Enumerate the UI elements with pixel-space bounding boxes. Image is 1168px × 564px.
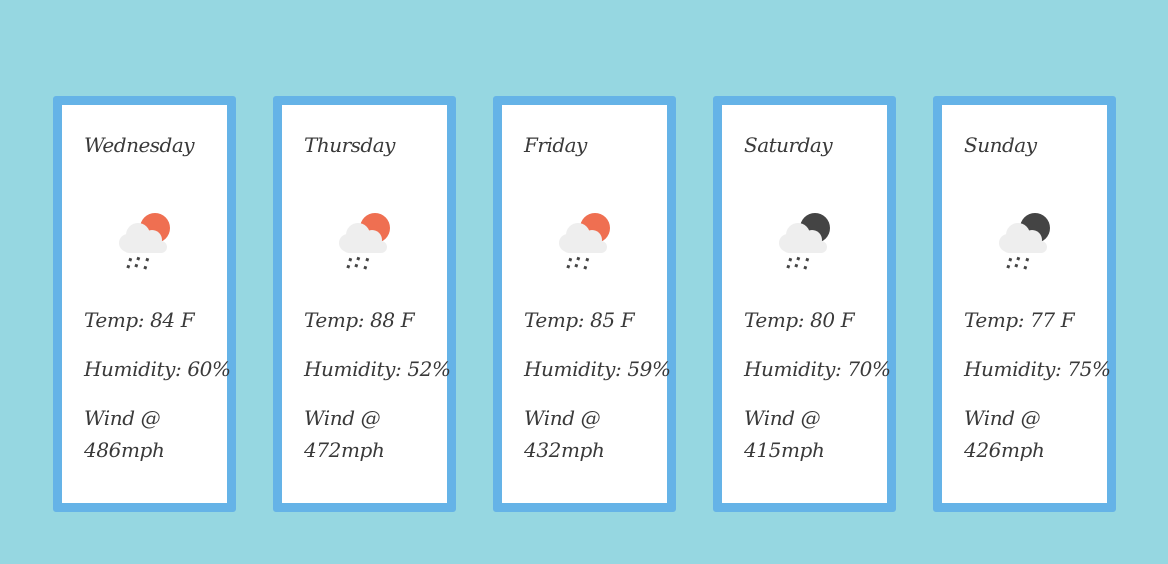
forecast-card-saturday: Saturday Temp: 80 F Humidity: 70% Wind @…	[713, 96, 896, 512]
temperature: Temp: 88 F	[304, 308, 415, 332]
humidity: Humidity: 52%	[304, 357, 451, 381]
wind-value: 472mph	[304, 438, 385, 462]
wind: Wind @ 472mph	[304, 402, 434, 466]
day-name: Thursday	[304, 133, 395, 157]
wind: Wind @ 432mph	[524, 402, 654, 466]
wind: Wind @ 415mph	[744, 402, 874, 466]
wind-label: Wind @	[304, 406, 381, 430]
wind-value: 486mph	[84, 438, 165, 462]
wind-value: 432mph	[524, 438, 605, 462]
day-name: Saturday	[744, 133, 833, 157]
rain-sun-icon	[119, 213, 170, 270]
wind-label: Wind @	[744, 406, 821, 430]
temperature: Temp: 85 F	[524, 308, 635, 332]
wind-label: Wind @	[84, 406, 161, 430]
day-name: Sunday	[964, 133, 1037, 157]
rain-moon-icon	[779, 213, 830, 270]
forecast-card-thursday: Thursday Temp: 88 F Humidity: 52% Wind @…	[273, 96, 456, 512]
rain-sun-icon	[559, 213, 610, 270]
rain-sun-icon	[339, 213, 390, 270]
forecast-cards: Wednesday Temp: 84 F Humidity: 60% Wind …	[53, 96, 1116, 512]
temperature: Temp: 84 F	[84, 308, 195, 332]
humidity: Humidity: 75%	[964, 357, 1111, 381]
wind-value: 415mph	[744, 438, 825, 462]
forecast-card-wednesday: Wednesday Temp: 84 F Humidity: 60% Wind …	[53, 96, 236, 512]
wind: Wind @ 486mph	[84, 402, 214, 466]
rain-moon-icon	[999, 213, 1050, 270]
humidity: Humidity: 60%	[84, 357, 231, 381]
day-name: Wednesday	[84, 133, 195, 157]
wind-label: Wind @	[524, 406, 601, 430]
wind-label: Wind @	[964, 406, 1041, 430]
humidity: Humidity: 70%	[744, 357, 891, 381]
forecast-card-friday: Friday Temp: 85 F Humidity: 59% Wind @ 4…	[493, 96, 676, 512]
temperature: Temp: 77 F	[964, 308, 1075, 332]
wind: Wind @ 426mph	[964, 402, 1094, 466]
forecast-card-sunday: Sunday Temp: 77 F Humidity: 75% Wind @ 4…	[933, 96, 1116, 512]
day-name: Friday	[524, 133, 587, 157]
humidity: Humidity: 59%	[524, 357, 671, 381]
temperature: Temp: 80 F	[744, 308, 855, 332]
wind-value: 426mph	[964, 438, 1045, 462]
